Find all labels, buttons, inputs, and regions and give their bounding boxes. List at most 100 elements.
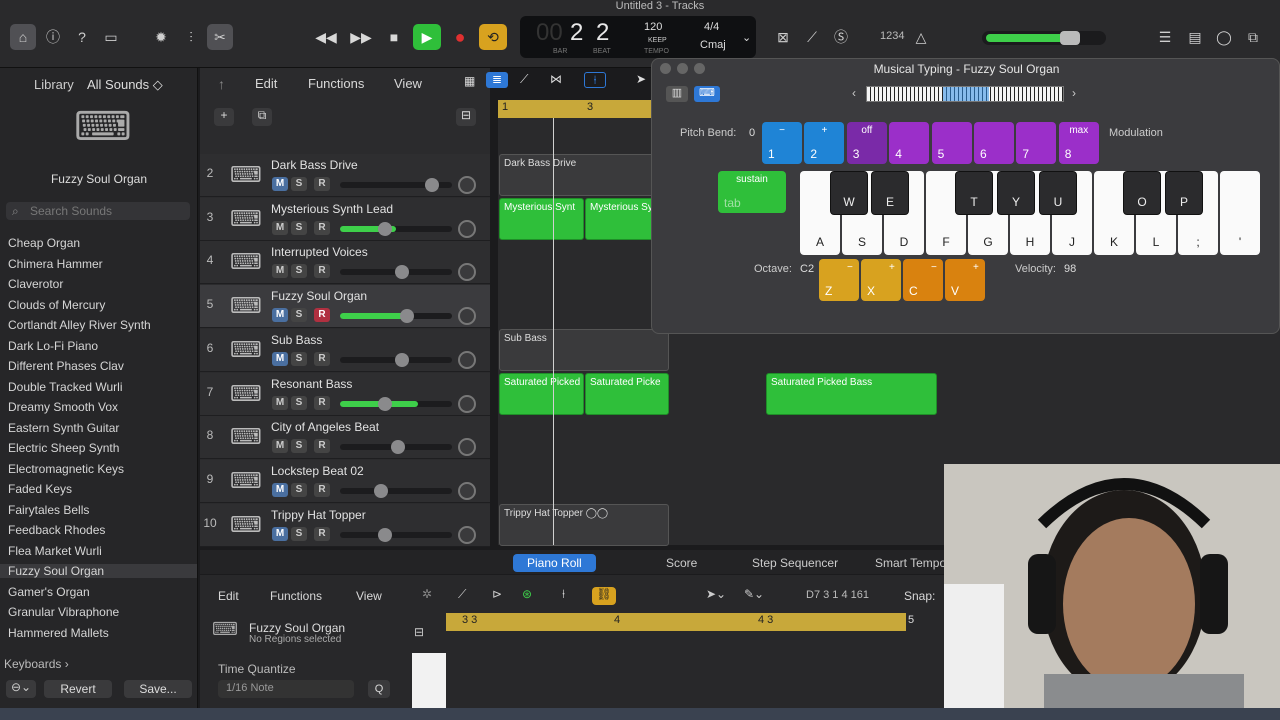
tab-piano-roll[interactable]: Piano Roll — [513, 554, 596, 572]
track-name[interactable]: Lockstep Beat 02 — [271, 464, 364, 478]
volume-knob[interactable] — [1060, 31, 1080, 45]
typing-mode-button[interactable]: ⌨ — [694, 86, 720, 102]
list-editors-button[interactable]: ☰ — [1152, 24, 1178, 50]
tab-score[interactable]: Score — [652, 554, 711, 572]
patch-item[interactable]: Electromagnetic Keys — [8, 462, 124, 476]
sustain-key[interactable]: sustain tab — [718, 171, 786, 213]
track-row[interactable]: 2 ⌨ Dark Bass Drive M S R — [200, 154, 490, 197]
pan-knob[interactable] — [458, 438, 476, 457]
track-name[interactable]: Interrupted Voices — [271, 245, 368, 259]
record-enable-button[interactable]: R — [314, 439, 330, 454]
grid-view-icon[interactable]: ▦ — [464, 74, 475, 88]
midi-in-icon[interactable]: ✲ — [422, 587, 432, 601]
mute-button[interactable]: M — [272, 526, 288, 541]
tab-step-sequencer[interactable]: Step Sequencer — [738, 554, 852, 572]
patch-item[interactable]: Electric Sheep Synth — [8, 441, 119, 455]
patch-item[interactable]: Eastern Synth Guitar — [8, 421, 119, 435]
octave-key[interactable]: + X — [861, 259, 901, 301]
solo-button[interactable]: S — [291, 395, 307, 410]
toolbar-toggle-button[interactable]: ▭ — [98, 24, 124, 50]
patch-item[interactable]: Granular Vibraphone — [8, 605, 119, 619]
white-key[interactable]: ' — [1220, 171, 1260, 255]
volume-fader[interactable] — [340, 221, 452, 236]
patch-item[interactable]: Hammered Mallets — [8, 626, 109, 640]
editors-button[interactable]: ✂ — [207, 24, 233, 50]
record-button[interactable]: ● — [446, 24, 474, 50]
pan-knob[interactable] — [458, 219, 476, 238]
rewind-button[interactable]: ◀◀ — [312, 24, 340, 50]
record-enable-button[interactable]: R — [314, 177, 330, 191]
catch-icon[interactable]: ⍿ — [584, 72, 606, 88]
modulation-key[interactable]: 5 — [931, 122, 972, 164]
patch-item[interactable]: Faded Keys — [8, 482, 72, 496]
patch-item[interactable]: Dreamy Smooth Vox — [8, 400, 118, 414]
patch-item[interactable]: Cheap Organ — [8, 236, 80, 250]
mute-button[interactable]: M — [272, 308, 288, 323]
chevron-left-icon[interactable]: ‹ — [852, 86, 856, 100]
notepad-button[interactable]: ▤ — [1182, 24, 1208, 50]
modulation-key[interactable]: 7 — [1016, 122, 1057, 164]
patch-item[interactable]: Cortlandt Alley River Synth — [8, 318, 151, 332]
search-sounds-input[interactable]: ⌕ Search Sounds — [6, 202, 190, 220]
patch-item[interactable]: Feedback Rhodes — [8, 523, 105, 537]
track-row[interactable]: 10 ⌨ Trippy Hat Topper M S R — [200, 503, 490, 547]
mute-button[interactable]: M — [272, 177, 288, 191]
solo-button[interactable]: S — [291, 439, 307, 454]
tuner-button[interactable]: ⟋ — [799, 24, 825, 50]
track-row[interactable]: 4 ⌨ Interrupted Voices M S R — [200, 241, 490, 285]
volume-fader[interactable] — [340, 483, 452, 498]
mute-button[interactable]: M — [272, 264, 288, 279]
patch-item[interactable]: Dark Lo-Fi Piano — [8, 339, 98, 353]
track-name[interactable]: Resonant Bass — [271, 377, 352, 391]
record-enable-button[interactable]: R — [314, 395, 330, 410]
black-key[interactable]: W — [830, 171, 868, 215]
revert-button[interactable]: Revert — [44, 680, 112, 698]
solo-mode-button[interactable]: Ⓢ — [828, 24, 854, 50]
automation-icon[interactable]: ⟋ — [520, 72, 528, 87]
modulation-key[interactable]: −1 — [762, 122, 802, 164]
volume-fader[interactable] — [340, 527, 452, 542]
region-mysterious-synth-1[interactable]: Mysterious Synt — [499, 198, 584, 240]
record-enable-button[interactable]: R — [314, 526, 330, 541]
loop-browser-button[interactable]: ◯ — [1211, 24, 1237, 50]
library-toggle-button[interactable]: ⌂ — [10, 24, 36, 50]
global-tracks-button[interactable]: ⊟ — [456, 108, 476, 126]
modulation-key[interactable]: 6 — [974, 122, 1014, 164]
chevron-right-icon[interactable]: › — [1072, 86, 1076, 100]
count-in-indicator[interactable]: 1234 — [880, 30, 904, 42]
catch-icon[interactable]: ⍿ — [562, 587, 565, 602]
arrange-edit-menu[interactable]: Edit — [255, 76, 277, 91]
track-row[interactable]: 8 ⌨ City of Angeles Beat M S R — [200, 416, 490, 460]
volume-fader[interactable] — [340, 440, 452, 455]
octave-key[interactable]: − C — [903, 259, 943, 301]
cycle-button[interactable]: ⟲ — [479, 24, 507, 50]
region-trippy-hat-topper[interactable]: Trippy Hat Topper ◯◯ — [499, 504, 669, 546]
keyboard-range-highlight[interactable] — [943, 87, 989, 101]
stop-button[interactable]: ■ — [380, 24, 408, 50]
volume-fader[interactable] — [340, 352, 452, 367]
fader-knob[interactable] — [377, 527, 392, 542]
patch-item[interactable]: Chimera Hammer — [8, 257, 103, 271]
quantize-button[interactable]: Q — [368, 680, 390, 698]
solo-button[interactable]: S — [291, 177, 307, 191]
back-arrow-icon[interactable]: ↑ — [218, 76, 225, 92]
solo-button[interactable]: S — [291, 308, 307, 323]
editor-view-menu[interactable]: View — [356, 589, 382, 603]
play-button[interactable]: ▶ — [413, 24, 441, 50]
region-sub-bass[interactable]: Sub Bass — [499, 329, 669, 371]
patch-item[interactable]: Gamer's Organ — [8, 585, 90, 599]
track-name[interactable]: Trippy Hat Topper — [271, 508, 366, 522]
forward-button[interactable]: ▶▶ — [347, 24, 375, 50]
patch-item[interactable]: Clouds of Mercury — [8, 298, 105, 312]
black-key[interactable]: T — [955, 171, 993, 215]
pointer-tool-icon[interactable]: ➤ — [636, 72, 646, 86]
arrange-view-menu[interactable]: View — [394, 76, 422, 91]
save-button[interactable]: Save... — [124, 680, 192, 698]
piano-mode-button[interactable]: ▥ — [666, 86, 688, 102]
lcd-display[interactable]: 00 2 2 BAR BEAT 120 KEEP TEMPO 4/4 Cmaj … — [520, 16, 756, 58]
modulation-key[interactable]: +2 — [804, 122, 845, 164]
editor-edit-menu[interactable]: Edit — [218, 589, 239, 603]
mute-button[interactable]: M — [272, 395, 288, 410]
pan-knob[interactable] — [458, 525, 476, 544]
track-name[interactable]: Mysterious Synth Lead — [271, 202, 393, 216]
